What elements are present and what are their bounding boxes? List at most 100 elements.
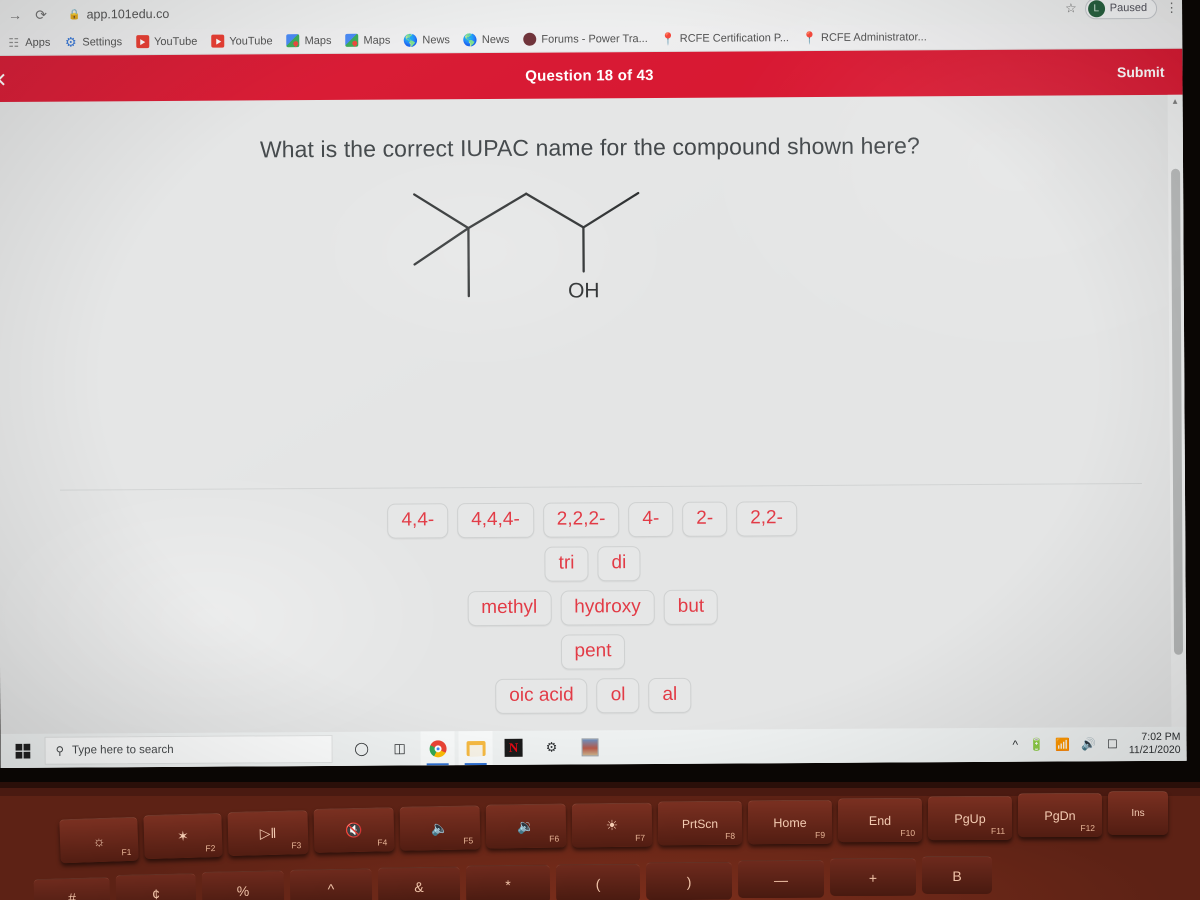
search-input[interactable]: ⚲ Type here to search [44,734,333,765]
bookmark-maps-2[interactable]: Maps [338,33,397,47]
forum-icon [523,32,537,46]
key-fn-label: F11 [990,825,1006,836]
action-center-icon[interactable]: ☐ [1107,737,1118,751]
page-scrollbar[interactable]: ▲ [1167,94,1187,761]
tile-row-4: pent [33,631,1153,673]
answer-tile[interactable]: di [597,546,641,582]
apps-grid-icon: ☷ [8,35,20,50]
answer-tile[interactable]: 2,2,2- [542,502,620,538]
kebab-menu-icon[interactable]: ⋮ [1165,0,1178,15]
chrome-icon[interactable] [420,731,455,766]
battery-icon[interactable]: 🔋 [1029,738,1044,752]
photos-icon[interactable] [572,730,606,764]
keyboard-backlight-icon: ☀ [605,816,619,834]
key-fn-label: F7 [635,832,646,843]
profile-status-label: Paused [1109,1,1148,15]
number-key[interactable]: ) [645,861,733,900]
key-fn-label: F2 [205,843,216,854]
play-pause-icon: ▷‖ [259,824,277,842]
answer-tile[interactable]: 4,4,4- [457,502,534,539]
netflix-icon[interactable]: N [496,731,530,765]
end-key[interactable]: End F10 [837,797,923,843]
bookmark-news-2[interactable]: 🌎 News [457,33,517,47]
reload-icon[interactable]: ⟳ [28,2,54,28]
file-explorer-icon[interactable] [458,730,493,766]
bookmark-settings[interactable]: ⚙ Settings [57,34,129,49]
avatar: L [1087,0,1105,17]
star-icon[interactable]: ☆ [1065,0,1077,16]
key-fn-label: F3 [291,840,302,851]
keyboard-backlight-key[interactable]: ☀ F7 [571,802,653,848]
profile-button[interactable]: L Paused [1084,0,1158,19]
insert-key[interactable]: Ins [1108,791,1168,835]
volume-up-key[interactable]: 🔉 F6 [485,803,567,849]
answer-tile[interactable]: 2,2- [736,501,798,537]
show-hidden-icons-icon[interactable]: ^ [1012,738,1018,752]
brightness-down-key[interactable]: ☼ F1 [59,816,139,864]
scrollbar-thumb[interactable] [1171,168,1184,655]
settings-gear-icon[interactable]: ⚙ [534,731,568,765]
bookmark-label: RCFE Administrator... [820,30,927,44]
bookmark-pin-icon: 📍 [801,30,818,45]
cortana-circle-icon[interactable]: ◯ [344,732,378,766]
start-button[interactable] [0,734,44,768]
answer-tile[interactable]: 2- [682,501,728,537]
answer-tile[interactable]: but [663,589,719,625]
home-key[interactable]: Home F9 [747,799,833,845]
number-key[interactable]: ( [555,863,641,900]
answer-tile[interactable]: oic acid [495,678,588,714]
number-key[interactable]: ^ [289,868,373,900]
page-up-key[interactable]: PgUp F11 [927,795,1013,841]
answer-tile[interactable]: al [648,677,692,713]
laptop-keyboard-deck: ☼ F1 ✶ F2 ▷‖ F3 🔇 F4 🔈 F5 🔉 F6 ☀ F7 PrtS… [0,782,1200,900]
clock[interactable]: 7:02 PM 11/21/2020 [1129,731,1181,757]
question-prompt: What is the correct IUPAC name for the c… [259,132,920,163]
address-bar[interactable]: 🔒 app.101edu.co [68,7,169,22]
wifi-icon[interactable]: 📶 [1055,737,1070,751]
key-fn-label: F6 [549,833,560,844]
volume-up-icon: 🔉 [517,817,535,835]
answer-tile[interactable]: tri [544,546,589,582]
bookmark-apps[interactable]: ☷ Apps [0,35,57,50]
forward-icon[interactable]: → [2,2,28,28]
answer-tile[interactable]: methyl [467,590,552,626]
mute-key[interactable]: 🔇 F4 [313,807,395,853]
scroll-up-arrow-icon[interactable]: ▲ [1168,95,1183,109]
volume-down-key[interactable]: 🔈 F5 [399,805,481,851]
bookmark-label: Settings [82,35,123,48]
bookmark-maps-1[interactable]: Maps [280,34,339,48]
submit-button[interactable]: Submit [1117,64,1165,80]
close-icon[interactable]: ✕ [0,68,7,93]
bookmark-rcfe-administrator[interactable]: 📍 RCFE Administrator... [796,30,934,44]
bookmark-youtube-1[interactable]: YouTube [129,35,204,49]
task-view-icon[interactable]: ◫ [382,731,416,765]
page-down-key[interactable]: PgDn F12 [1017,792,1103,838]
number-key[interactable]: * [465,864,551,900]
tile-row-2: tri di [32,543,1152,585]
number-key[interactable]: % [201,870,285,900]
answer-tile[interactable]: pent [560,633,626,670]
number-key[interactable]: & [377,866,461,900]
answer-tile[interactable]: ol [596,677,640,714]
answer-tile[interactable]: hydroxy [560,589,655,626]
answer-tile[interactable]: 4,4- [387,503,449,539]
bookmark-forums[interactable]: Forums - Power Tra... [516,32,654,46]
volume-icon[interactable]: 🔊 [1081,737,1096,751]
number-key[interactable]: — [737,859,825,899]
bookmark-rcfe-certification[interactable]: 📍 RCFE Certification P... [655,31,796,45]
bookmark-youtube-2[interactable]: YouTube [204,34,279,48]
number-key[interactable]: # [33,876,111,900]
play-pause-key[interactable]: ▷‖ F3 [227,810,309,856]
bookmark-news-1[interactable]: 🌎 News [397,33,457,47]
print-screen-key[interactable]: PrtScn F8 [657,800,743,846]
number-key[interactable]: B [922,856,992,894]
brightness-up-key[interactable]: ✶ F2 [143,812,223,860]
search-icon: ⚲ [55,745,65,758]
number-key[interactable]: ¢ [115,873,197,900]
answer-tile[interactable]: 4- [628,501,674,538]
google-maps-icon [286,34,300,48]
number-key[interactable]: + [829,857,917,897]
number-key-row: # ¢ % ^ & * ( ) — + B [0,856,1200,900]
clock-time: 7:02 PM [1141,730,1181,744]
brightness-up-icon: ✶ [176,827,190,845]
